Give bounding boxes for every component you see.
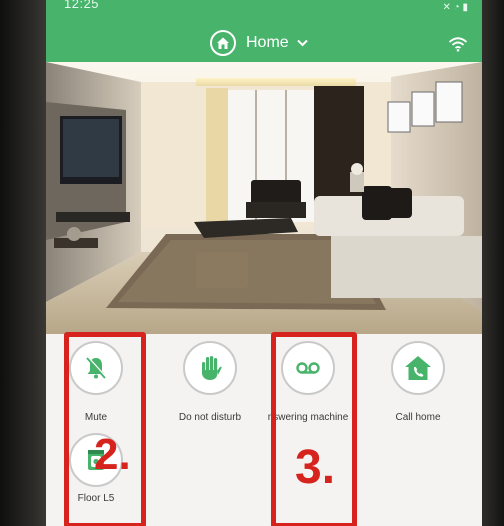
action-label: Do not disturb xyxy=(178,412,242,423)
app-header: 12:25 ✕ ◔ ▮ Home xyxy=(46,0,482,62)
status-icons: ✕ ◔ ▮ xyxy=(442,2,468,13)
action-label: Call home xyxy=(395,412,441,423)
quick-actions-panel: Mute Do not disturb nswering machine Cal… xyxy=(46,332,482,526)
hand-icon xyxy=(183,341,237,395)
wifi-icon[interactable] xyxy=(448,36,468,57)
annotation-frame-2 xyxy=(64,332,146,526)
annotation-frame-3 xyxy=(271,332,357,526)
action-do-not-disturb[interactable]: Do not disturb xyxy=(155,341,265,423)
app-screen: 12:25 ✕ ◔ ▮ Home Mute Do not disturb nsw… xyxy=(46,0,482,526)
annotation-number-3: 3. xyxy=(295,441,336,494)
house-phone-icon xyxy=(391,341,445,395)
annotation-number-2: 2. xyxy=(94,430,131,479)
status-time: 12:25 xyxy=(64,0,100,11)
home-icon xyxy=(210,30,236,56)
chevron-down-icon xyxy=(296,34,308,52)
device-bezel-left xyxy=(0,0,46,526)
page-title: Home xyxy=(246,34,289,51)
device-bezel-right xyxy=(482,0,504,526)
action-call-home[interactable]: Call home xyxy=(363,341,473,423)
home-selector[interactable]: Home xyxy=(210,30,308,56)
room-photo xyxy=(46,62,482,334)
